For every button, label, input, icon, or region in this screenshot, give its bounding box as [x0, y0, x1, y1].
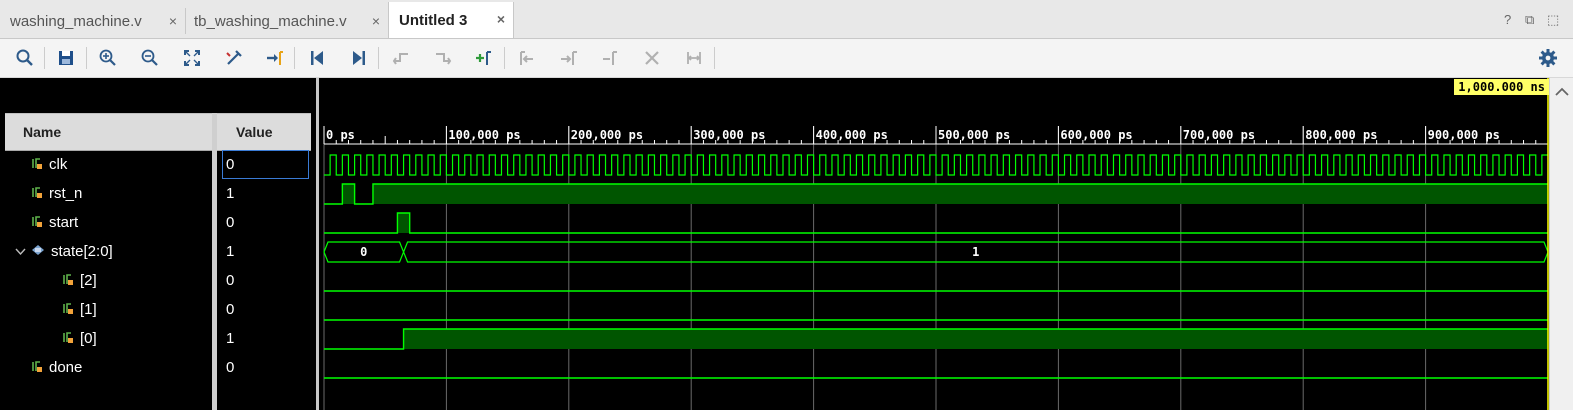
tab-label: tb_washing_machine.v: [194, 12, 347, 30]
go-to-cursor-icon[interactable]: [261, 44, 289, 72]
clk-waveform: [324, 154, 1548, 176]
help-icon[interactable]: ?: [1504, 12, 1511, 27]
signal-name: [2]: [80, 272, 97, 289]
go-to-start-icon[interactable]: [303, 44, 331, 72]
signal-value: 0: [226, 359, 235, 376]
bus-value-label: 1: [972, 245, 979, 259]
editor-tab-bar: washing_machine.v × tb_washing_machine.v…: [0, 0, 1573, 39]
time-tick-label: 100,000 ps: [448, 128, 520, 142]
time-tick-label: 900,000 ps: [1428, 128, 1500, 142]
tab-tb-washing-machine[interactable]: tb_washing_machine.v ×: [186, 4, 388, 38]
signal-row-1[interactable]: [1]: [62, 295, 97, 324]
search-icon[interactable]: [11, 44, 39, 72]
bit-signal-icon: [62, 272, 74, 290]
bit-signal-icon: [31, 156, 43, 174]
save-icon[interactable]: [52, 44, 80, 72]
name-column-header[interactable]: Name: [5, 113, 212, 151]
time-tick-label: 400,000 ps: [816, 128, 888, 142]
signal-row-0[interactable]: [0]: [62, 324, 97, 353]
signal-value: 0: [226, 214, 235, 231]
vertical-scrollbar[interactable]: [1549, 78, 1573, 410]
signal-row-2[interactable]: [2]: [62, 266, 97, 295]
time-tick-label: 500,000 ps: [938, 128, 1010, 142]
zoom-out-icon[interactable]: [136, 44, 164, 72]
signal-value: 1: [226, 330, 235, 347]
zoom-in-icon[interactable]: [94, 44, 122, 72]
tab-label: washing_machine.v: [10, 12, 142, 30]
time-tick-label: 200,000 ps: [571, 128, 643, 142]
signal-name: state[2:0]: [51, 243, 113, 260]
signal-value: 1: [226, 185, 235, 202]
close-icon[interactable]: ×: [497, 11, 505, 27]
signal-value-column: Value 01010010: [217, 78, 311, 410]
close-icon[interactable]: ×: [169, 13, 177, 29]
tab-label: Untitled 3: [399, 11, 468, 29]
signal-row-done[interactable]: done: [31, 353, 82, 382]
tab-untitled-3[interactable]: Untitled 3 ×: [388, 2, 514, 38]
signal-name: [0]: [80, 330, 97, 347]
scroll-up-icon[interactable]: [1550, 82, 1573, 102]
snap-icon[interactable]: [220, 44, 248, 72]
signal-value: 0: [226, 272, 235, 289]
waveform-canvas[interactable]: 0 ps 100,000 ps 200,000 ps 300,000 ps 400,00…: [319, 78, 1551, 410]
delete-marker-icon: [638, 44, 666, 72]
bit-signal-icon: [31, 214, 43, 232]
bit-signal-icon: [62, 330, 74, 348]
next-transition-icon: [429, 44, 457, 72]
time-tick-label: 600,000 ps: [1060, 128, 1132, 142]
tab-washing-machine[interactable]: washing_machine.v ×: [0, 4, 185, 38]
chevron-down-icon[interactable]: [15, 244, 26, 261]
signal-name: done: [49, 359, 83, 376]
next-marker-icon: [554, 44, 582, 72]
previous-marker-icon: [512, 44, 540, 72]
bit-signal-icon: [62, 301, 74, 319]
previous-transition-icon: [387, 44, 415, 72]
waveform-viewer: Name clk rst_nstart state[2:0] [2] [1] [0] don…: [0, 78, 1573, 410]
cursor-delta-icon: [680, 44, 708, 72]
signal-name-column: Name clk rst_nstart state[2:0] [2] [1] [0] don…: [5, 78, 212, 410]
close-icon[interactable]: ×: [372, 13, 380, 29]
swap-cursors-icon: [596, 44, 624, 72]
signal-row-rst-n[interactable]: rst_n: [31, 179, 82, 208]
add-marker-icon[interactable]: [470, 44, 498, 72]
signal-name: [1]: [80, 301, 97, 318]
signal-name: clk: [49, 156, 68, 173]
wave-high-fill: [397, 213, 410, 233]
settings-icon[interactable]: [1534, 44, 1562, 72]
bus-signal-icon: [31, 243, 45, 261]
maximize-icon[interactable]: ⬚: [1547, 12, 1559, 28]
time-tick-label: 800,000 ps: [1305, 128, 1377, 142]
waveform-toolbar: [0, 39, 1573, 78]
wave-high-fill: [372, 184, 1549, 204]
signal-value: 0: [226, 301, 235, 318]
signal-value: 1: [226, 243, 235, 260]
waveform-pane[interactable]: 0 ps 100,000 ps 200,000 ps 300,000 ps 400,00…: [316, 78, 1551, 410]
bit-signal-icon: [31, 359, 43, 377]
wave-high-fill: [403, 329, 1548, 349]
signal-name: rst_n: [49, 185, 83, 202]
zoom-fit-icon[interactable]: [178, 44, 206, 72]
restore-icon[interactable]: ⧉: [1525, 12, 1534, 28]
wave-high-fill: [342, 184, 355, 204]
cursor-time-label: 1,000.000 ns: [1454, 79, 1551, 95]
go-to-end-icon[interactable]: [345, 44, 373, 72]
signal-row-clk[interactable]: clk: [31, 150, 67, 179]
time-tick-label: 300,000 ps: [693, 128, 765, 142]
signal-name: start: [49, 214, 79, 231]
bus-value-label: 0: [360, 245, 367, 259]
value-column-header[interactable]: Value: [217, 113, 311, 151]
selected-value-cell: [222, 150, 309, 179]
time-tick-label: 700,000 ps: [1183, 128, 1255, 142]
signal-row-start[interactable]: start: [31, 208, 78, 237]
bit-signal-icon: [31, 185, 43, 203]
time-tick-label: 0 ps: [326, 128, 355, 142]
signal-row-state-2-0[interactable]: state[2:0]: [15, 237, 113, 266]
